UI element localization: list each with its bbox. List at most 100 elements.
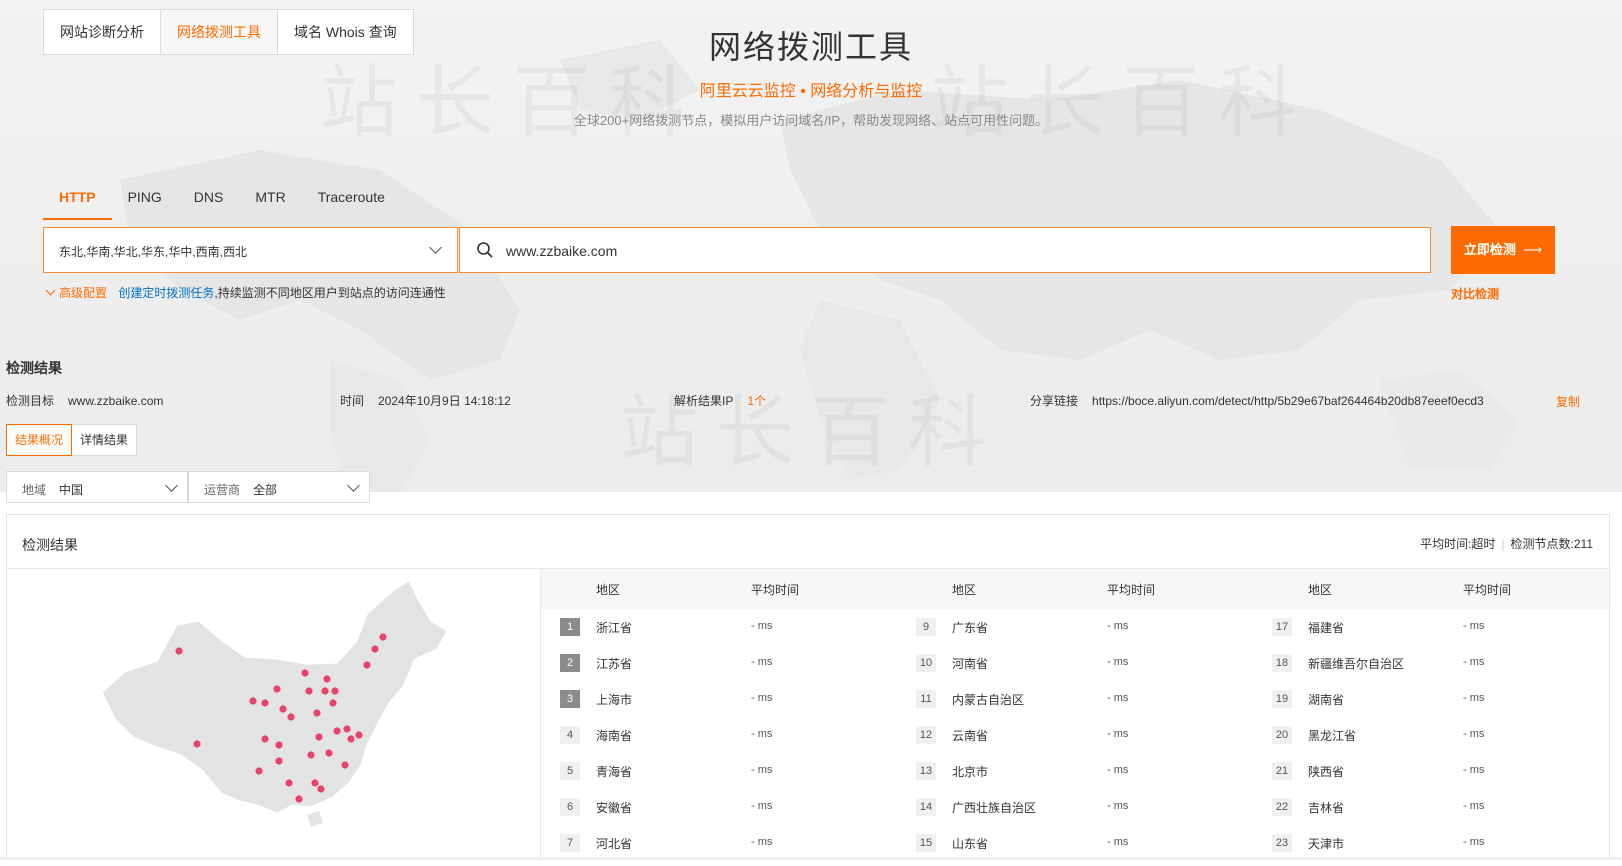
avg-time-value: - ms [1463, 728, 1485, 740]
table-row: 17 福建省 - ms [1253, 609, 1609, 645]
rank-badge: 5 [560, 762, 580, 780]
tab-dns[interactable]: DNS [178, 182, 240, 218]
region-name: 广西壮族自治区 [952, 801, 1037, 815]
rank-badge: 1 [560, 618, 580, 636]
start-detect-button[interactable]: 立即检测 ⟶ [1451, 226, 1555, 274]
ip-label: 解析结果IP [674, 394, 734, 408]
share-label: 分享链接 [1030, 394, 1079, 408]
tab-traceroute[interactable]: Traceroute [302, 182, 401, 218]
probe-node-dot [317, 785, 325, 793]
table-row: 18 新疆维吾尔自治区 - ms [1253, 645, 1609, 681]
avg-time-value: - ms [751, 620, 773, 632]
rank-badge: 15 [916, 834, 936, 852]
tab-details[interactable]: 详情结果 [72, 424, 138, 456]
avg-time-value: - ms [1463, 800, 1485, 812]
page-title: 网络拨测工具 [708, 29, 913, 65]
rank-badge: 17 [1272, 618, 1292, 636]
rank-badge: 18 [1272, 654, 1292, 672]
rank-badge: 14 [916, 798, 936, 816]
results-card: 检测结果 平均时间:超时 | 检测节点数:211 地区 平均时间 地区 平均时间 地… [6, 514, 1610, 861]
table-row: 20 黑龙江省 - ms [1253, 717, 1609, 753]
rank-badge: 7 [560, 834, 580, 852]
isp-filter-label: 运营商 [204, 483, 241, 497]
probe-node-dot [371, 645, 379, 653]
tab-ping[interactable]: PING [112, 182, 178, 218]
region-name: 天津市 [1308, 837, 1345, 851]
avg-time-value: - ms [751, 836, 773, 848]
table-row: 12 云南省 - ms [897, 717, 1253, 753]
copy-button[interactable]: 复制 [1556, 393, 1580, 410]
table-row: 5 青海省 - ms [541, 753, 897, 789]
probe-node-dot [363, 661, 371, 669]
col-region-3: 地区 [1308, 583, 1333, 597]
url-input[interactable] [504, 238, 1388, 264]
probe-node-dot [285, 779, 293, 787]
region-name: 陕西省 [1308, 765, 1345, 779]
probe-node-dot [301, 669, 309, 677]
table-row: 9 广东省 - ms [897, 609, 1253, 645]
ip-value[interactable]: 1个 [747, 394, 766, 408]
node-count-stat: 检测节点数:211 [1510, 537, 1593, 551]
col-time-3: 平均时间 [1463, 583, 1512, 597]
china-map [7, 569, 541, 861]
rank-badge: 10 [916, 654, 936, 672]
table-row: 19 湖南省 - ms [1253, 681, 1609, 717]
probe-node-dot [287, 713, 295, 721]
probe-node-dot [329, 699, 337, 707]
region-name: 浙江省 [596, 621, 633, 635]
probe-node-dot [255, 767, 263, 775]
probe-node-dot [311, 779, 319, 787]
probe-node-dot [343, 725, 351, 733]
avg-time-stat: 平均时间:超时 [1420, 537, 1496, 551]
tab-mtr[interactable]: MTR [239, 182, 301, 218]
probe-node-dot [175, 647, 183, 655]
col-time-1: 平均时间 [751, 583, 800, 597]
table-row: 14 广西壮族自治区 - ms [897, 789, 1253, 825]
advanced-config-link[interactable]: 高级配置 [59, 286, 107, 300]
chevron-down-icon [429, 241, 442, 254]
region-filter-select[interactable]: 地域 中国 [6, 471, 188, 503]
table-row: 4 海南省 - ms [541, 717, 897, 753]
table-row: 6 安徽省 - ms [541, 789, 897, 825]
avg-time-value: - ms [1107, 692, 1129, 704]
rank-badge: 21 [1272, 762, 1292, 780]
tab-summary[interactable]: 结果概况 [6, 424, 73, 456]
compare-detect-link[interactable]: 对比检测 [1451, 285, 1499, 302]
region-name: 江苏省 [596, 657, 633, 671]
create-task-link[interactable]: 创建定时拨测任务 [118, 286, 214, 300]
tab-http[interactable]: HTTP [43, 182, 112, 220]
region-name: 上海市 [596, 693, 633, 707]
probe-node-dot [261, 699, 269, 707]
results-card-title: 检测结果 [22, 537, 78, 553]
share-link[interactable]: https://boce.aliyun.com/detect/http/5b29… [1092, 394, 1484, 408]
probe-node-dot [193, 740, 201, 748]
chevron-down-icon [45, 285, 56, 296]
avg-time-value: - ms [751, 728, 773, 740]
region-name: 黑龙江省 [1308, 729, 1357, 743]
time-label: 时间 [340, 394, 365, 408]
page-description: 全球200+网络拨测节点，模拟用户访问域名/IP，帮助发现网络、站点可用性问题。 [573, 113, 1049, 128]
isp-filter-select[interactable]: 运营商 全部 [188, 471, 370, 503]
advanced-row: 高级配置 创建定时拨测任务,持续监测不同地区用户到站点的访问连通性 [45, 284, 446, 301]
url-input-box[interactable] [459, 227, 1431, 273]
search-icon [477, 242, 493, 258]
table-header: 地区 平均时间 地区 平均时间 地区 平均时间 [541, 569, 1609, 609]
probe-node-dot [355, 731, 363, 739]
probe-node-dot [333, 727, 341, 735]
region-select[interactable]: 东北,华南,华北,华东,华中,西南,西北 [43, 227, 458, 273]
table-row: 13 北京市 - ms [897, 753, 1253, 789]
avg-time-value: - ms [1107, 620, 1129, 632]
region-name: 福建省 [1308, 621, 1345, 635]
results-card-stats: 平均时间:超时 | 检测节点数:211 [1420, 537, 1593, 551]
avg-time-value: - ms [1107, 656, 1129, 668]
region-name: 内蒙古自治区 [952, 693, 1025, 707]
rank-badge: 6 [560, 798, 580, 816]
table-row: 7 河北省 - ms [541, 825, 897, 861]
avg-time-value: - ms [1463, 656, 1485, 668]
china-map-svg [101, 580, 448, 828]
ip-meta: 解析结果IP 1个 [674, 392, 766, 409]
region-name: 湖南省 [1308, 693, 1345, 707]
avg-time-value: - ms [1463, 692, 1485, 704]
rank-badge: 20 [1272, 726, 1292, 744]
table-row: 22 吉林省 - ms [1253, 789, 1609, 825]
